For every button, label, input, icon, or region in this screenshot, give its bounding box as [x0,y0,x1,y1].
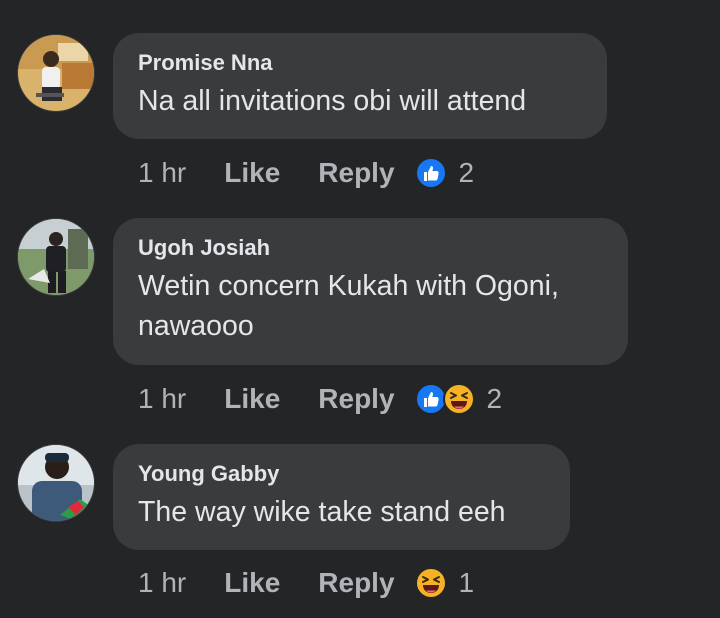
comment-author[interactable]: Young Gabby [138,460,546,488]
comment-author[interactable]: Ugoh Josiah [138,234,604,262]
comment-actions: 1 hr Like Reply 2 [138,153,474,193]
reaction-count: 2 [458,157,475,188]
haha-icon [414,567,447,599]
reaction-count: 2 [486,383,503,414]
comment-bubble: Ugoh Josiah Wetin concern Kukah with Ogo… [113,218,628,365]
reactions-summary[interactable]: 1 [414,567,475,599]
avatar[interactable] [17,218,95,296]
comment-author[interactable]: Promise Nna [138,49,583,77]
comment-actions: 1 hr Like Reply 1 [138,563,474,603]
haha-icon [442,383,475,415]
reply-button[interactable]: Reply [318,383,394,415]
reaction-count: 1 [458,567,475,598]
avatar[interactable] [17,444,95,522]
reactions-summary[interactable]: 2 [414,157,475,189]
comment-timestamp[interactable]: 1 hr [138,567,186,599]
comment-timestamp[interactable]: 1 hr [138,157,186,189]
comment-text: Na all invitations obi will attend [138,85,527,117]
avatar-photo [18,445,94,521]
reactions-summary[interactable]: 2 [414,383,503,415]
reply-button[interactable]: Reply [318,567,394,599]
like-button[interactable]: Like [224,567,280,599]
like-button[interactable]: Like [224,383,280,415]
reply-button[interactable]: Reply [318,157,394,189]
avatar-photo [18,219,94,295]
comment-bubble: Young Gabby The way wike take stand eeh [113,444,570,550]
comment-text: The way wike take stand eeh [138,496,506,528]
like-button[interactable]: Like [224,157,280,189]
comment-timestamp[interactable]: 1 hr [138,383,186,415]
comment-actions: 1 hr Like Reply 2 [138,379,502,419]
like-icon [414,157,447,189]
comment-bubble: Promise Nna Na all invitations obi will … [113,33,607,139]
avatar[interactable] [17,34,95,112]
avatar-photo [18,35,94,111]
comment-text: Wetin concern Kukah with Ogoni, nawaooo [138,270,559,342]
